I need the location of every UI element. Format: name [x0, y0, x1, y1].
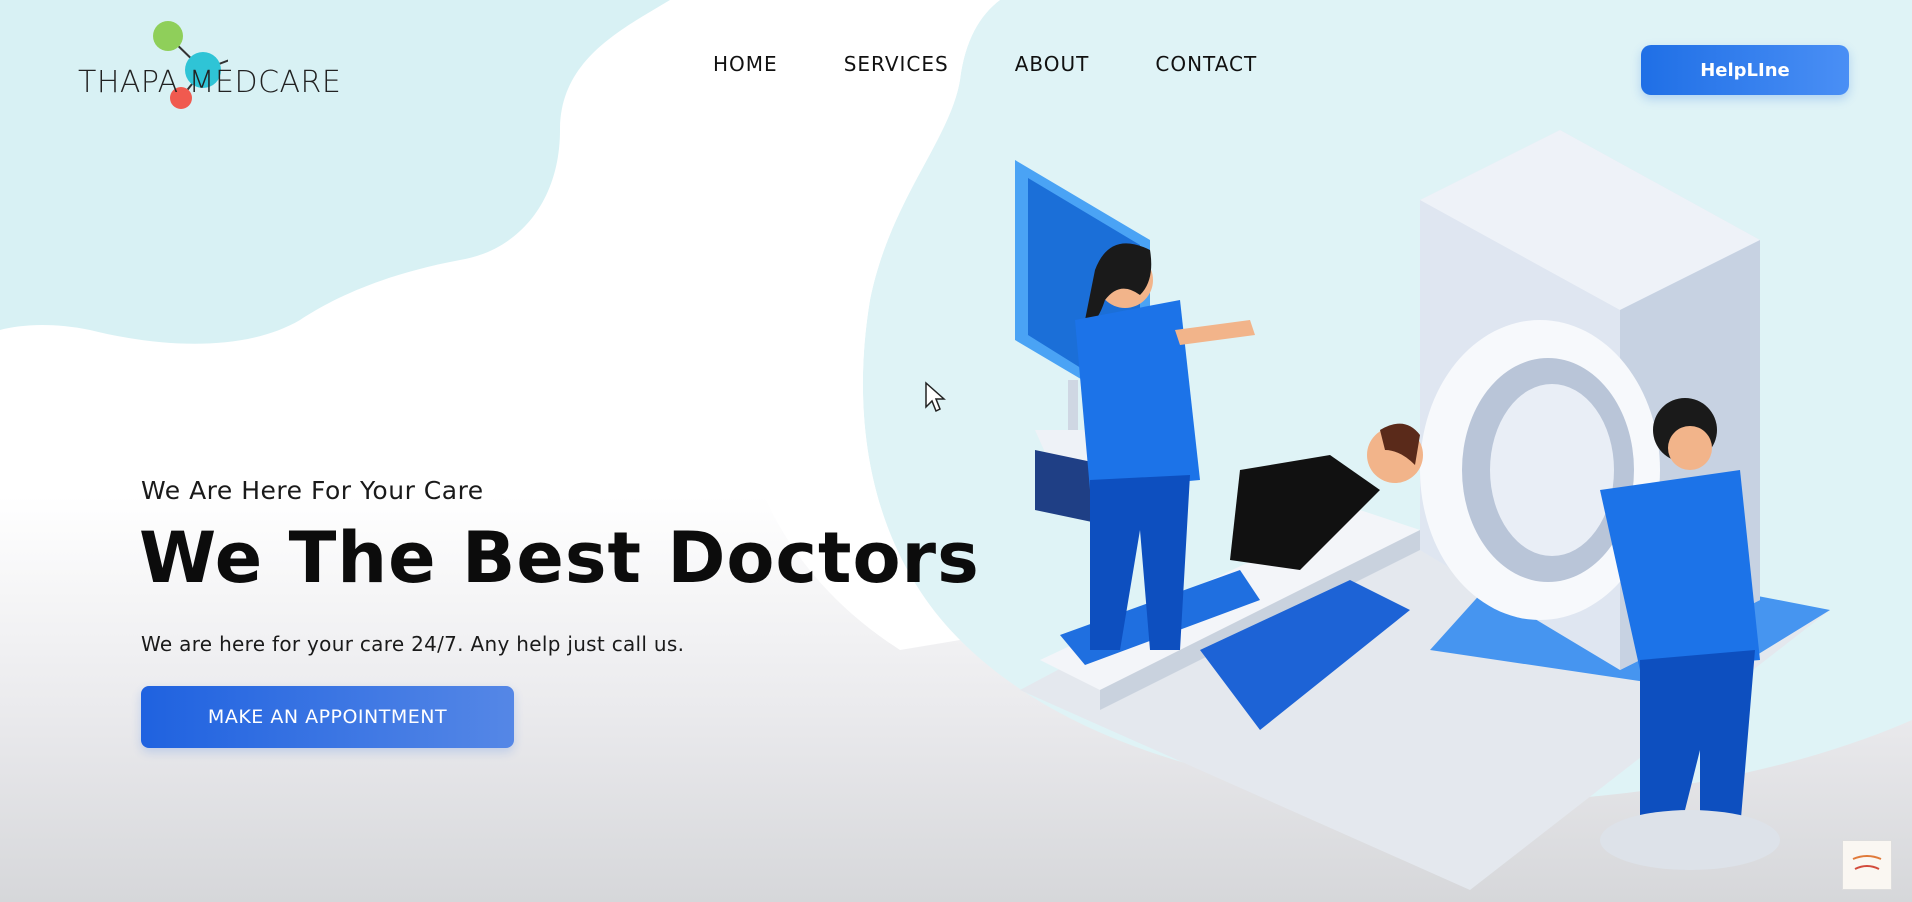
hero-subtext: We are here for your care 24/7. Any help…	[141, 632, 685, 656]
brand-logo[interactable]: THAPA MEDCARE	[78, 18, 348, 118]
hero-headline: We The Best Doctors	[139, 517, 980, 599]
nav-about[interactable]: ABOUT	[1015, 54, 1090, 74]
nav-contact[interactable]: CONTACT	[1155, 54, 1257, 74]
hero-tagline: We Are Here For Your Care	[141, 476, 484, 505]
helpline-button[interactable]: HelpLIne	[1641, 45, 1849, 95]
brand-name: THAPA MEDCARE	[78, 65, 342, 100]
main-nav: HOME SERVICES ABOUT CONTACT	[713, 54, 1257, 74]
mri-scan-illustration	[1015, 130, 1830, 890]
nav-services[interactable]: SERVICES	[844, 54, 949, 74]
watermark-logo-icon	[1852, 855, 1882, 870]
channel-watermark	[1842, 840, 1892, 890]
nav-home[interactable]: HOME	[713, 54, 778, 74]
mouse-pointer-icon	[925, 381, 946, 413]
make-appointment-button[interactable]: MAKE AN APPOINTMENT	[141, 686, 514, 748]
